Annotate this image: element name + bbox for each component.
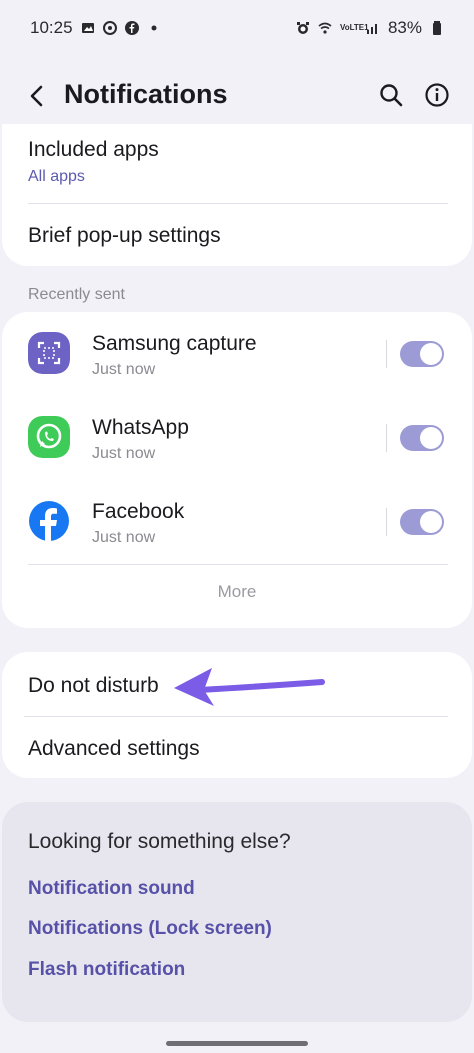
top-settings-card: Included apps All apps Brief pop-up sett… [2, 124, 472, 266]
samsung-capture-toggle[interactable] [400, 341, 444, 367]
facebook-icon [124, 21, 139, 35]
app-bar: Notifications [0, 68, 474, 124]
app-row-samsung-capture[interactable]: Samsung capture Just now [2, 314, 472, 394]
back-arrow-icon[interactable] [24, 82, 52, 110]
samsung-capture-icon [28, 332, 70, 374]
signal-icon [366, 24, 377, 34]
page-title: Notifications [64, 79, 228, 109]
app-name: Facebook [92, 500, 185, 523]
flash-notification-link[interactable]: Flash notification [28, 959, 185, 981]
alarm-icon [296, 22, 309, 34]
search-icon[interactable] [376, 80, 406, 110]
brief-popup-label: Brief pop-up settings [28, 224, 221, 247]
home-indicator[interactable] [166, 1041, 308, 1046]
lock-screen-notifications-link[interactable]: Notifications (Lock screen) [28, 918, 272, 940]
app-row-facebook[interactable]: Facebook Just now [2, 482, 472, 562]
toggle-knob [420, 343, 442, 365]
info-icon[interactable] [422, 80, 452, 110]
more-button[interactable]: More [2, 582, 472, 602]
app-row-whatsapp[interactable]: WhatsApp Just now [2, 398, 472, 478]
status-left: 10:25 [30, 18, 161, 38]
toggle-knob [420, 427, 442, 449]
whatsapp-toggle[interactable] [400, 425, 444, 451]
notification-sound-link[interactable]: Notification sound [28, 878, 195, 900]
volte-icon: VoLTE1 [339, 23, 369, 32]
gallery-icon [81, 23, 94, 33]
toggle-knob [420, 511, 442, 533]
app-time: Just now [92, 361, 156, 378]
looking-title: Looking for something else? [28, 830, 291, 853]
divider [28, 564, 448, 565]
looking-for-card: Looking for something else? Notification… [2, 802, 472, 1022]
app-time: Just now [92, 445, 156, 462]
app-time: Just now [92, 529, 156, 546]
status-time: 10:25 [30, 18, 73, 37]
brief-popup-row[interactable]: Brief pop-up settings [2, 204, 472, 266]
advanced-settings-row[interactable]: Advanced settings [2, 717, 472, 778]
status-right: VoLTE1 83% [296, 18, 444, 38]
included-apps-label: Included apps [28, 138, 159, 161]
wifi-icon [318, 22, 332, 34]
included-apps-row[interactable]: Included apps All apps [2, 124, 472, 202]
advanced-settings-label: Advanced settings [28, 737, 200, 760]
app-name: WhatsApp [92, 416, 189, 439]
whatsapp-icon [102, 21, 117, 35]
separator [386, 340, 387, 368]
facebook-toggle[interactable] [400, 509, 444, 535]
annotation-arrow-icon [174, 668, 325, 706]
recently-sent-label: Recently sent [28, 286, 125, 303]
dot-icon [151, 25, 157, 31]
battery-icon [433, 21, 441, 35]
status-bar: 10:25 VoLTE1 83% [0, 0, 474, 56]
app-name: Samsung capture [92, 332, 257, 355]
facebook-app-icon [28, 500, 70, 542]
whatsapp-app-icon [28, 416, 70, 458]
battery-percent: 83% [387, 18, 422, 37]
recent-apps-card: Samsung capture Just now WhatsApp Just n… [2, 312, 472, 628]
separator [386, 508, 387, 536]
included-apps-value: All apps [28, 168, 85, 185]
do-not-disturb-label: Do not disturb [28, 674, 159, 697]
separator [386, 424, 387, 452]
